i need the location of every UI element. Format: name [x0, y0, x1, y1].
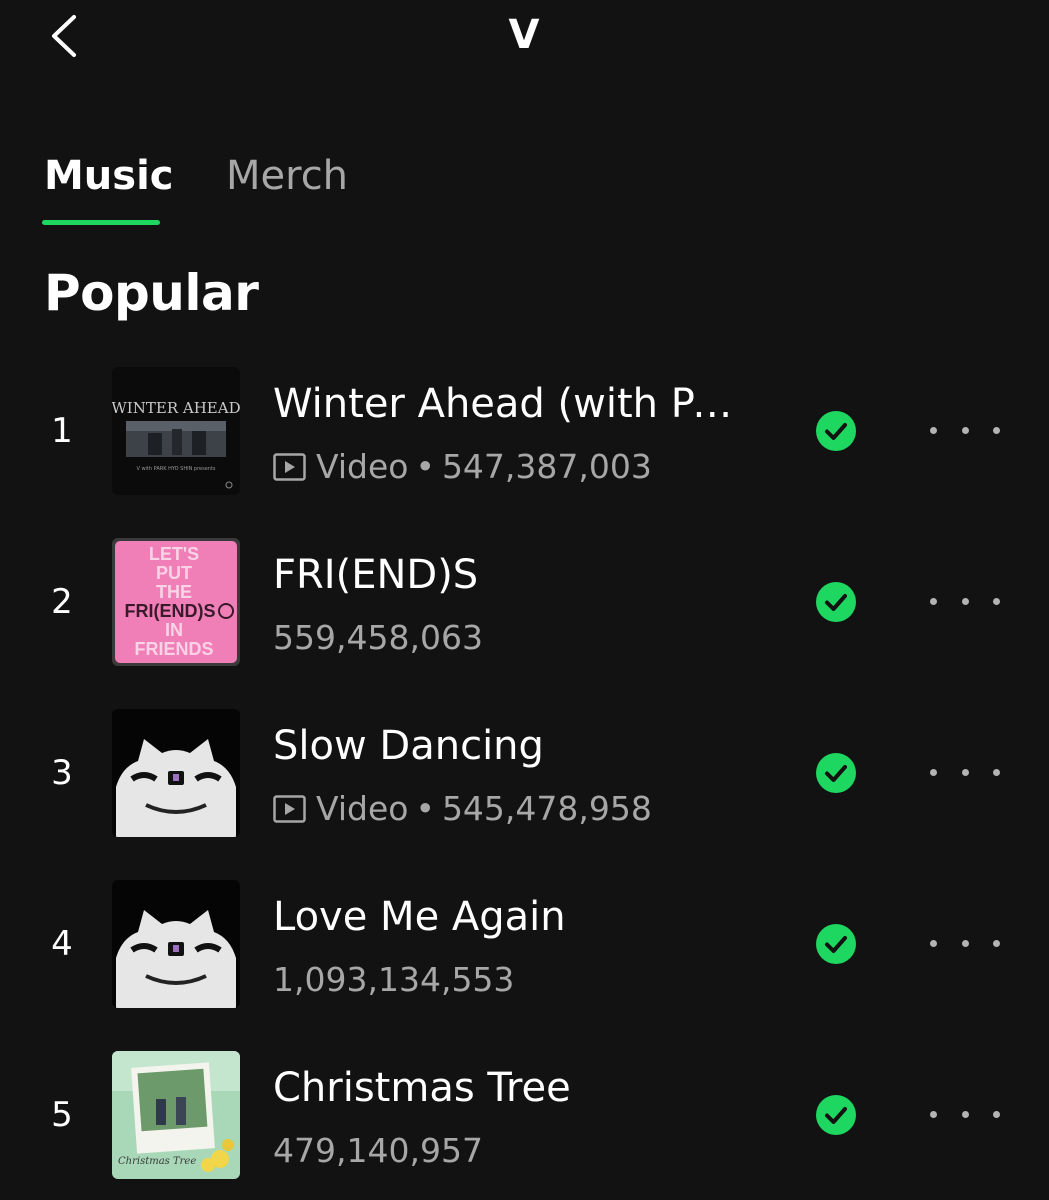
dot-icon: [930, 1110, 937, 1118]
track-rank: 2: [51, 582, 73, 622]
track-row-3[interactable]: 3 Slow Dancing Video • 545,478,958: [0, 709, 1049, 839]
saved-check-icon[interactable]: [816, 924, 856, 964]
play-count: 545,478,958: [441, 789, 652, 828]
video-icon: [273, 453, 306, 481]
more-options-button[interactable]: [930, 415, 1000, 445]
track-meta: 479,140,957: [273, 1129, 483, 1173]
meta-separator: •: [415, 447, 435, 486]
album-cover: WINTER AHEAD V with PARK HYO SHIN presen…: [112, 367, 240, 495]
album-cover: Christmas Tree: [112, 1051, 240, 1179]
section-title: Popular: [44, 264, 259, 322]
active-tab-indicator: [42, 220, 160, 225]
tab-music[interactable]: Music: [44, 148, 174, 204]
saved-check-icon[interactable]: [816, 411, 856, 451]
track-type: Video: [316, 789, 409, 828]
more-options-button[interactable]: [930, 586, 1000, 616]
album-cover: [112, 709, 240, 837]
track-meta: 559,458,063: [273, 616, 483, 660]
cover-text-3: THE: [156, 582, 192, 602]
dot-icon: [930, 597, 937, 605]
cover-text-title: Christmas Tree: [118, 1156, 196, 1167]
saved-check-icon[interactable]: [816, 582, 856, 622]
dot-icon: [930, 768, 937, 776]
cover-text-subtitle: V with PARK HYO SHIN presents: [136, 466, 215, 472]
dot-icon: [961, 768, 969, 776]
track-title: FRI(END)S: [273, 552, 479, 598]
track-title: Winter Ahead (with PARK HYO SHIN): [273, 381, 753, 427]
dot-icon: [993, 768, 1000, 776]
meta-separator: •: [415, 789, 435, 828]
tab-merch[interactable]: Merch: [226, 148, 348, 204]
dot-icon: [961, 1110, 969, 1118]
saved-check-icon[interactable]: [816, 1095, 856, 1135]
track-row-1[interactable]: 1 WINTER AHEAD V with PARK HYO SHIN pres…: [0, 367, 1049, 497]
track-rank: 3: [51, 753, 73, 793]
saved-check-icon[interactable]: [816, 753, 856, 793]
cover-text-title: WINTER AHEAD: [112, 399, 240, 417]
cover-text-1: LET'S: [149, 544, 199, 564]
cover-text-4: FRI(END)S: [125, 601, 216, 621]
dot-icon: [993, 426, 1000, 434]
dot-icon: [993, 939, 1000, 947]
play-count: 1,093,134,553: [273, 960, 515, 999]
track-row-4[interactable]: 4 Love Me Again 1,093,134,553: [0, 880, 1049, 1010]
album-cover: LET'S PUT THE FRI(END)S IN FRIENDS: [112, 538, 240, 666]
more-options-button[interactable]: [930, 757, 1000, 787]
track-rank: 4: [51, 924, 73, 964]
artist-page: V Music Merch Popular 1 WINTER AHEAD V w…: [0, 0, 1049, 1200]
dot-icon: [930, 426, 937, 434]
cover-text-2: PUT: [156, 563, 192, 583]
top-bar: V: [0, 0, 1049, 72]
artist-name: V: [508, 12, 541, 58]
play-count: 559,458,063: [273, 618, 483, 657]
cover-text-6: FRIENDS: [134, 639, 213, 659]
play-count: 547,387,003: [441, 447, 652, 486]
track-title: Christmas Tree: [273, 1065, 571, 1111]
track-row-2[interactable]: 2 LET'S PUT THE FRI(END)S IN FRIENDS FRI…: [0, 538, 1049, 668]
track-meta: Video • 547,387,003: [273, 445, 652, 489]
track-row-5[interactable]: 5 Christmas Tree Christmas Tree 479,140,…: [0, 1051, 1049, 1181]
play-count: 479,140,957: [273, 1131, 483, 1170]
cover-text-5: IN: [165, 620, 183, 640]
track-rank: 5: [51, 1095, 73, 1135]
track-type: Video: [316, 447, 409, 486]
dot-icon: [961, 939, 969, 947]
dot-icon: [993, 597, 1000, 605]
track-title: Love Me Again: [273, 894, 566, 940]
track-title: Slow Dancing: [273, 723, 544, 769]
track-meta: 1,093,134,553: [273, 958, 514, 1002]
dot-icon: [930, 939, 937, 947]
dot-icon: [961, 426, 969, 434]
more-options-button[interactable]: [930, 928, 1000, 958]
dot-icon: [961, 597, 969, 605]
album-cover: [112, 880, 240, 1008]
dot-icon: [993, 1110, 1000, 1118]
track-meta: Video • 545,478,958: [273, 787, 652, 831]
track-rank: 1: [51, 411, 73, 451]
more-options-button[interactable]: [930, 1099, 1000, 1129]
video-icon: [273, 795, 306, 823]
